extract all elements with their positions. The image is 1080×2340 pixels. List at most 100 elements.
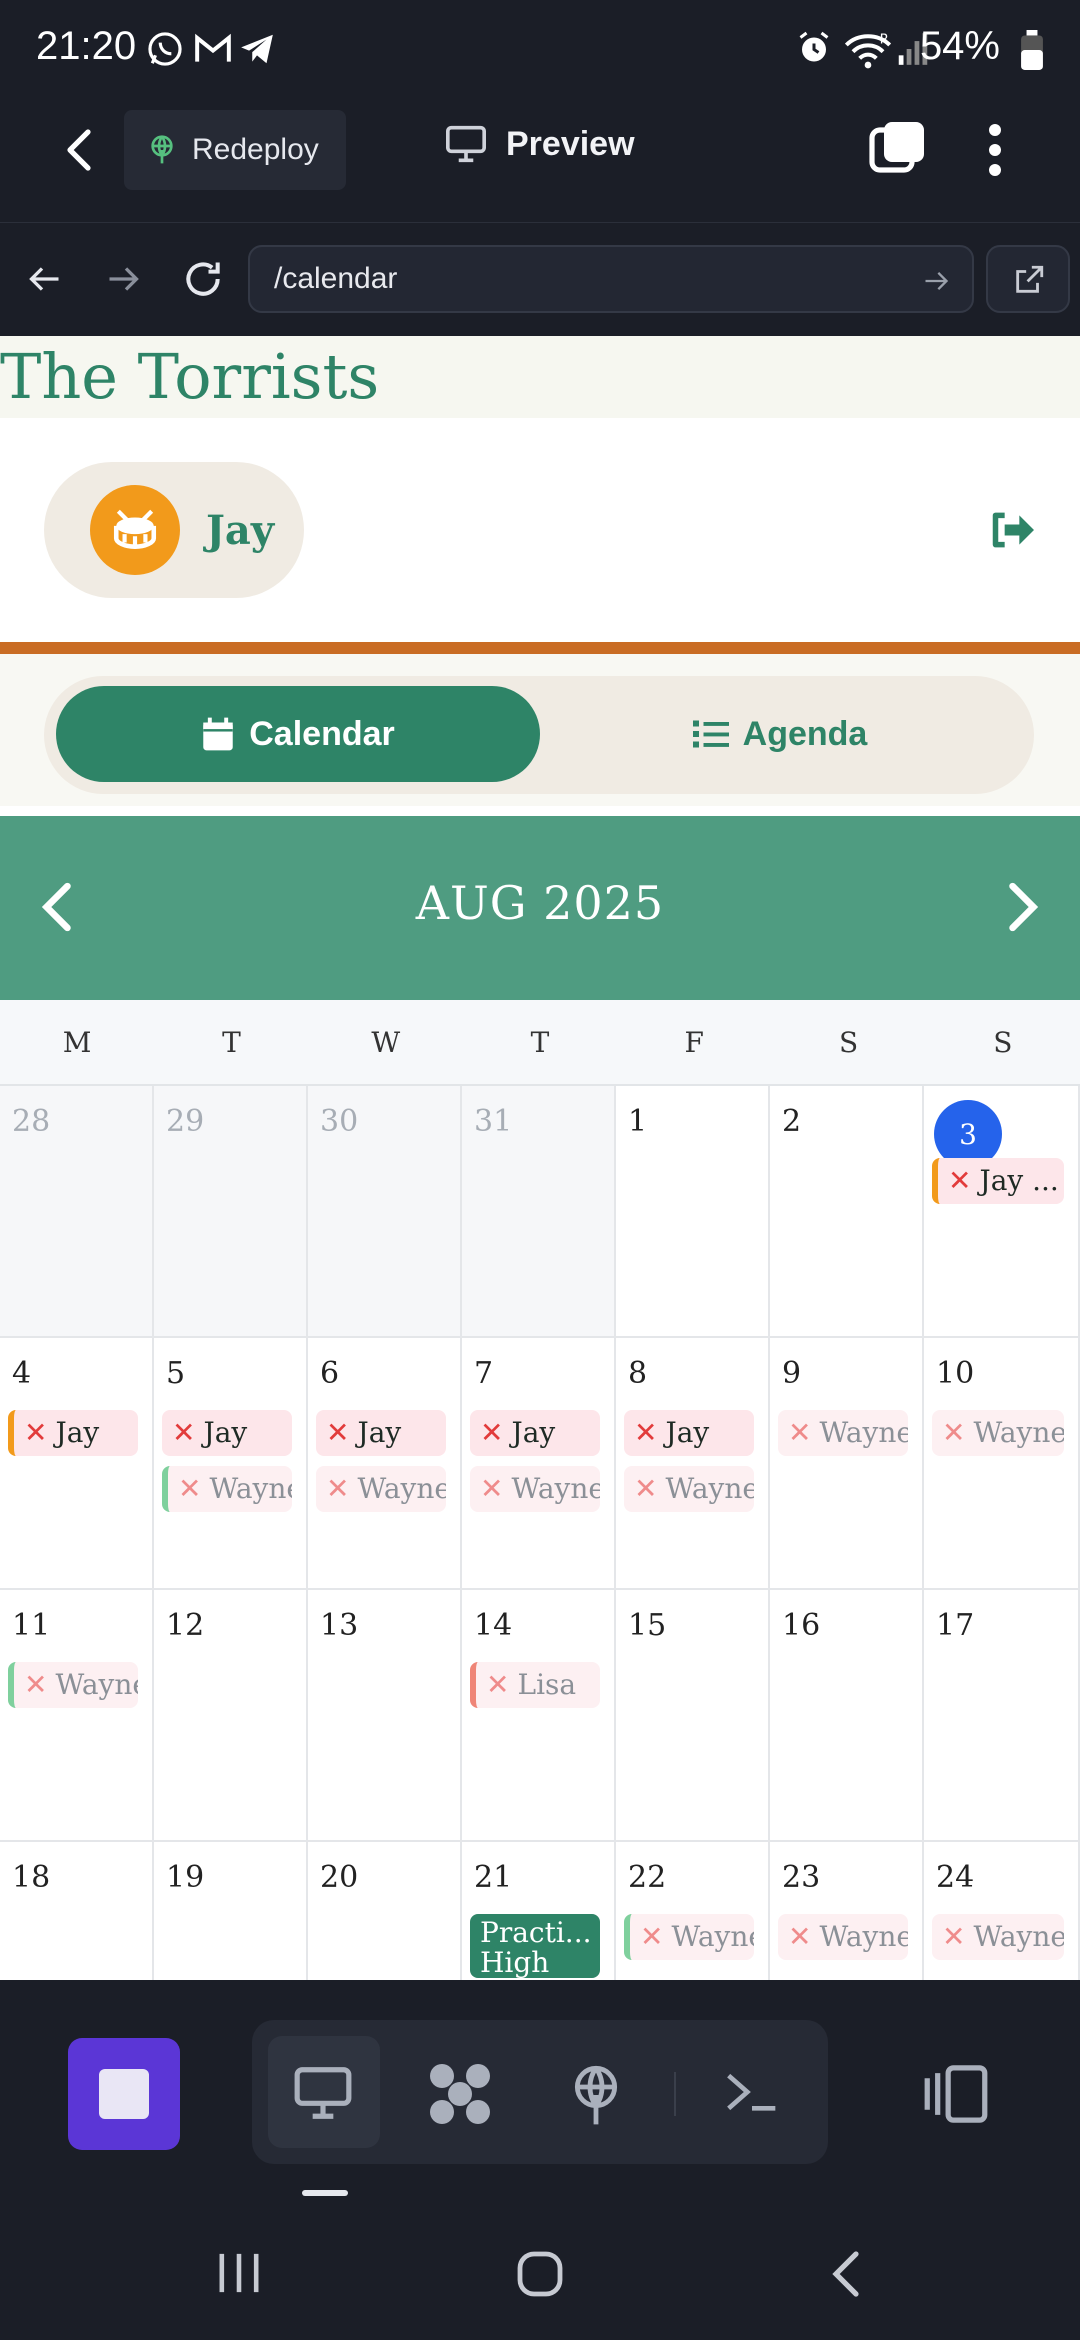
calendar-day-cell[interactable]: 9 ✕ Wayne — [770, 1338, 924, 1590]
day-number: 15 — [628, 1608, 667, 1643]
whatsapp-icon — [148, 32, 182, 66]
user-profile-pill[interactable]: Jay — [44, 462, 304, 598]
site-brand: The Torrists — [0, 336, 1080, 418]
event-label: Wayne — [671, 1920, 754, 1953]
drum-icon — [113, 509, 157, 549]
calendar-day-cell[interactable]: 1 — [616, 1086, 770, 1338]
deploy-antenna-icon[interactable] — [564, 2062, 628, 2128]
calendar-day-cell[interactable]: 28 — [0, 1086, 154, 1338]
calendar-day-cell[interactable]: 7 ✕ Jay ✕ Wayne — [462, 1338, 616, 1590]
webpage-content: The Torrists Jay Calendar Agenda AUG 202… — [0, 336, 1080, 1980]
calendar-day-cell[interactable]: 15 — [616, 1590, 770, 1842]
calendar-day-cell[interactable]: 30 — [308, 1086, 462, 1338]
back-icon[interactable] — [60, 126, 100, 174]
shapes-icon[interactable] — [424, 2058, 496, 2130]
calendar-day-cell[interactable]: 20 — [308, 1842, 462, 1980]
split-view-icon[interactable] — [922, 2064, 990, 2124]
event-label: Wayne — [55, 1668, 138, 1701]
weekday-label: M — [62, 1026, 92, 1059]
calendar-event[interactable]: ✕Wayne — [470, 1466, 600, 1512]
calendar-event[interactable]: ✕ Jay — [624, 1410, 754, 1456]
calendar-day-cell[interactable]: 3 ✕ Jay ... — [924, 1086, 1080, 1338]
recents-icon[interactable] — [216, 2252, 262, 2294]
system-back-icon[interactable] — [830, 2250, 862, 2298]
day-number: 8 — [628, 1356, 648, 1391]
redeploy-button[interactable]: Redeploy — [124, 110, 346, 190]
system-nav-bar — [0, 2200, 1080, 2340]
calendar-event[interactable]: ✕ Jay — [470, 1410, 600, 1456]
weekday-label: T — [222, 1026, 241, 1059]
calendar-day-cell[interactable]: 4 ✕ Jay — [0, 1338, 154, 1590]
day-number: 29 — [166, 1104, 205, 1139]
calendar-day-cell[interactable]: 10 ✕ Wayne — [924, 1338, 1080, 1590]
stop-button[interactable] — [68, 2038, 180, 2150]
open-external-button[interactable] — [986, 245, 1070, 313]
unavailable-x-icon: ✕ — [486, 1668, 510, 1701]
calendar-day-cell[interactable]: 6 ✕ Jay ✕ Wayne — [308, 1338, 462, 1590]
home-icon[interactable] — [516, 2250, 564, 2298]
tab-agenda[interactable]: Agenda — [600, 686, 960, 782]
event-label: Practi... High — [480, 1916, 592, 1978]
calendar-event[interactable]: ✕Wayne — [932, 1914, 1064, 1960]
tab-calendar[interactable]: Calendar — [56, 686, 540, 782]
logout-icon[interactable] — [988, 508, 1036, 552]
calendar-day-cell[interactable]: 2 — [770, 1086, 924, 1338]
calendar-day-cell[interactable]: 19 — [154, 1842, 308, 1980]
calendar-day-cell[interactable]: 24 ✕ Wayne — [924, 1842, 1080, 1980]
calendar-day-cell[interactable]: 16 — [770, 1590, 924, 1842]
nav-back-icon[interactable] — [26, 261, 64, 297]
list-icon — [692, 720, 729, 748]
calendar-day-cell[interactable]: 17 — [924, 1590, 1080, 1842]
calendar-event[interactable]: ✕ Jay — [316, 1410, 446, 1456]
calendar-day-cell[interactable]: 29 — [154, 1086, 308, 1338]
day-number: 10 — [936, 1356, 975, 1391]
go-arrow-icon[interactable] — [922, 267, 950, 295]
calendar-event[interactable]: ✕Wayne — [8, 1662, 138, 1708]
calendar-day-cell[interactable]: 14 ✕ Lisa — [462, 1590, 616, 1842]
calendar-day-cell[interactable]: 21 Practi... High — [462, 1842, 616, 1980]
calendar-event[interactable]: ✕Wayne — [316, 1466, 446, 1512]
nav-forward-icon[interactable] — [104, 261, 142, 297]
weekday-header: MTWTFSS — [0, 1000, 1080, 1086]
calendar-event[interactable]: ✕ Jay — [8, 1410, 138, 1456]
reload-icon[interactable] — [180, 257, 226, 301]
unavailable-x-icon: ✕ — [326, 1472, 350, 1505]
url-input[interactable]: /calendar — [248, 245, 974, 313]
calendar-day-cell[interactable]: 18 — [0, 1842, 154, 1980]
calendar-event[interactable]: ✕ Lisa — [470, 1662, 600, 1708]
day-number: 22 — [628, 1860, 667, 1895]
next-month-icon[interactable] — [1006, 882, 1040, 932]
calendar-day-cell[interactable]: 13 — [308, 1590, 462, 1842]
calendar-event[interactable]: ✕Wayne — [778, 1914, 908, 1960]
more-options-icon[interactable] — [980, 120, 1010, 180]
terminal-icon[interactable] — [724, 2068, 780, 2116]
calendar-event[interactable]: ✕Wayne — [624, 1914, 754, 1960]
tabs-switcher-icon[interactable] — [868, 118, 928, 178]
app-toolbar: Redeploy Preview — [0, 100, 1080, 220]
calendar-event[interactable]: ✕Wayne — [162, 1466, 292, 1512]
unavailable-x-icon: ✕ — [24, 1416, 48, 1449]
calendar-event[interactable]: ✕ Jay — [162, 1410, 292, 1456]
unavailable-x-icon: ✕ — [948, 1164, 972, 1197]
calendar-day-cell[interactable]: 12 — [154, 1590, 308, 1842]
calendar-day-cell[interactable]: 8 ✕ Jay ✕ Wayne — [616, 1338, 770, 1590]
preview-button[interactable]: Preview — [444, 124, 635, 164]
calendar-event[interactable]: ✕Wayne — [624, 1466, 754, 1512]
calendar-event[interactable]: ✕Wayne — [778, 1410, 908, 1456]
event-label: Wayne — [209, 1472, 292, 1505]
calendar-day-cell[interactable]: 31 — [462, 1086, 616, 1338]
alarm-icon — [799, 31, 829, 62]
calendar-day-cell[interactable]: 22 ✕Wayne — [616, 1842, 770, 1980]
calendar-event[interactable]: ✕ Jay ... — [932, 1158, 1064, 1204]
calendar-day-cell[interactable]: 23 ✕ Wayne — [770, 1842, 924, 1980]
unavailable-x-icon: ✕ — [178, 1472, 202, 1505]
calendar-day-cell[interactable]: 11 ✕Wayne — [0, 1590, 154, 1842]
user-name: Jay — [206, 506, 275, 554]
url-text: /calendar — [274, 262, 398, 295]
tab-calendar-label: Calendar — [249, 714, 395, 753]
preview-monitor-icon[interactable] — [292, 2064, 354, 2122]
calendar-event[interactable]: ✕Wayne — [932, 1410, 1064, 1456]
calendar-day-cell[interactable]: 5✕Jay✕Wayne — [154, 1338, 308, 1590]
tab-agenda-label: Agenda — [742, 714, 868, 753]
calendar-event[interactable]: Practi... High — [470, 1914, 600, 1978]
